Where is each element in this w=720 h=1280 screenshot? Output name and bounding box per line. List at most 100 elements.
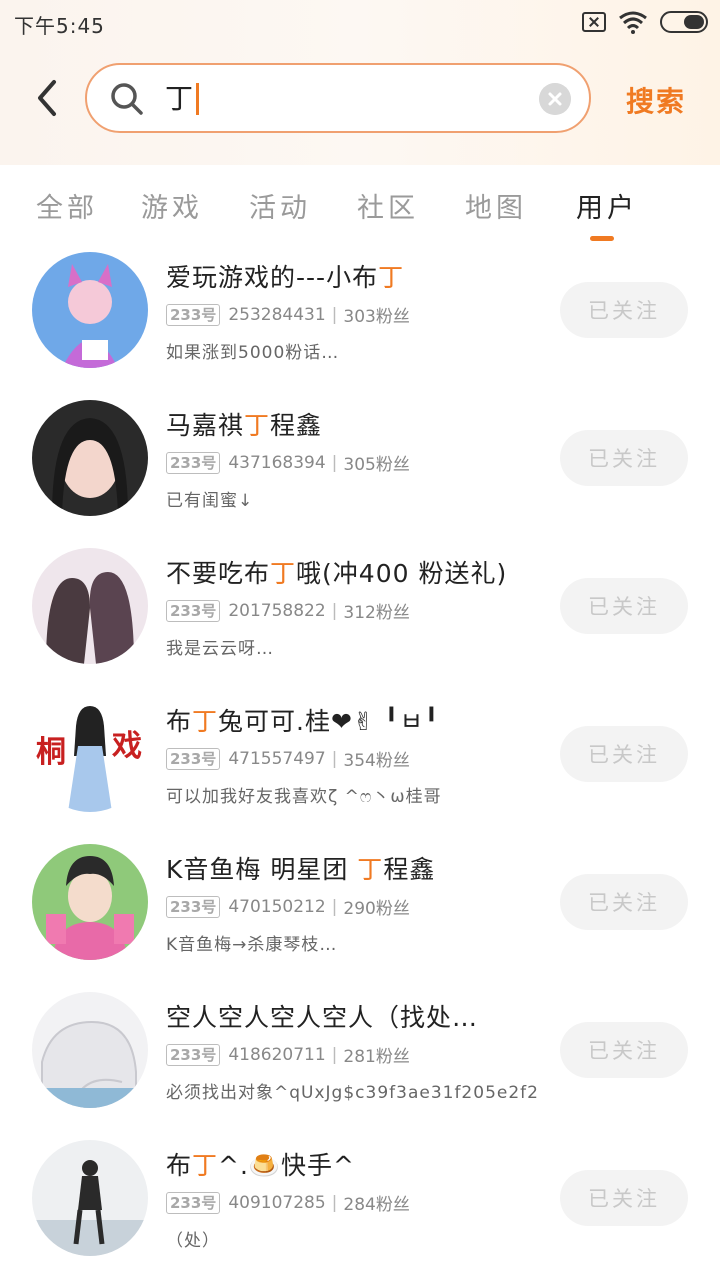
fan-count: 303粉丝 (343, 307, 410, 327)
search-input[interactable]: 丁 (165, 79, 495, 119)
separator: | (331, 748, 338, 769)
battery-icon (660, 11, 708, 33)
id-badge: 233号 (166, 747, 221, 770)
avatar-image (32, 400, 148, 516)
avatar[interactable] (32, 252, 148, 368)
user-bio: （处） (166, 1231, 220, 1251)
list-item[interactable]: 空人空人空人空人（找处… 233号 418620711 | 281粉丝 必须找出… (0, 992, 720, 1140)
fan-count: 281粉丝 (343, 1047, 410, 1067)
separator: | (331, 896, 338, 917)
user-name: 马嘉祺丁程鑫 (166, 411, 323, 440)
separator: | (331, 600, 338, 621)
user-name: 爱玩游戏的---小布丁 (166, 263, 405, 292)
follow-button[interactable]: 已关注 (560, 282, 688, 338)
user-bio: 我是云云呀… (166, 639, 274, 659)
fan-count: 312粉丝 (343, 603, 410, 623)
tab-maps[interactable]: 地图 (465, 186, 527, 225)
fan-count: 284粉丝 (343, 1195, 410, 1215)
user-name: 不要吃布丁哦(冲400 粉送礼) (166, 559, 508, 588)
id-badge: 233号 (166, 1191, 221, 1214)
separator: | (331, 1192, 338, 1213)
tab-community[interactable]: 社区 (357, 186, 419, 225)
fan-count: 305粉丝 (343, 455, 410, 475)
tab-bar: 全部 游戏 活动 社区 地图 用户 (0, 180, 720, 250)
user-meta: 233号 437168394 | 305粉丝 (166, 450, 410, 475)
search-button[interactable]: 搜索 (626, 80, 686, 120)
list-item[interactable]: 不要吃布丁哦(冲400 粉送礼) 233号 201758822 | 312粉丝 … (0, 548, 720, 696)
user-id: 437168394 (228, 452, 326, 473)
follow-button[interactable]: 已关注 (560, 1170, 688, 1226)
user-bio: 已有闺蜜↓ (166, 491, 254, 511)
id-badge: 233号 (166, 599, 221, 622)
avatar-image (32, 548, 148, 664)
avatar-image: 桐 戏 (32, 696, 148, 812)
user-id: 201758822 (228, 600, 326, 621)
avatar-image (32, 1140, 148, 1256)
svg-text:桐: 桐 (36, 735, 66, 770)
avatar-image (32, 992, 148, 1108)
avatar[interactable] (32, 844, 148, 960)
user-name: 空人空人空人空人（找处… (166, 1003, 479, 1032)
text-cursor (196, 83, 200, 115)
user-id: 253284431 (228, 304, 326, 325)
list-item[interactable]: 爱玩游戏的---小布丁 233号 253284431 | 303粉丝 如果涨到5… (0, 252, 720, 400)
clear-icon[interactable] (539, 83, 571, 115)
svg-text:戏: 戏 (111, 729, 142, 764)
status-time: 下午5:45 (14, 14, 105, 38)
fan-count: 290粉丝 (343, 899, 410, 919)
user-bio: 如果涨到5000粉话… (166, 343, 340, 363)
avatar[interactable] (32, 548, 148, 664)
follow-button[interactable]: 已关注 (560, 430, 688, 486)
user-bio: K音鱼梅→杀康琴枝… (166, 935, 338, 955)
status-icons (582, 10, 708, 34)
separator: | (331, 452, 338, 473)
back-arrow-icon[interactable] (30, 78, 66, 118)
user-meta: 233号 418620711 | 281粉丝 (166, 1042, 410, 1067)
avatar[interactable] (32, 992, 148, 1108)
id-badge: 233号 (166, 895, 221, 918)
tab-events[interactable]: 活动 (249, 186, 311, 225)
follow-button[interactable]: 已关注 (560, 874, 688, 930)
user-name: 布丁兔可可.桂❤✌ ╹ㅂ╹ (166, 707, 440, 736)
user-meta: 233号 470150212 | 290粉丝 (166, 894, 410, 919)
wifi-icon (619, 11, 647, 34)
follow-button[interactable]: 已关注 (560, 726, 688, 782)
user-id: 409107285 (228, 1192, 326, 1213)
list-item[interactable]: 布丁^.🍮快手^ 233号 409107285 | 284粉丝 （处） 已关注 (0, 1140, 720, 1280)
user-bio: 可以加我好友我喜欢ζ ^ෆ丶ω桂哥 (166, 787, 442, 807)
user-name: K音鱼梅 明星团 丁程鑫 (166, 855, 436, 884)
user-id: 471557497 (228, 748, 326, 769)
tab-users[interactable]: 用户 (576, 186, 638, 225)
follow-button[interactable]: 已关注 (560, 578, 688, 634)
avatar[interactable]: 桐 戏 (32, 696, 148, 812)
id-badge: 233号 (166, 1043, 221, 1066)
fan-count: 354粉丝 (343, 751, 410, 771)
avatar[interactable] (32, 1140, 148, 1256)
avatar[interactable] (32, 400, 148, 516)
no-sim-icon (582, 12, 606, 32)
user-id: 418620711 (228, 1044, 326, 1065)
follow-button[interactable]: 已关注 (560, 1022, 688, 1078)
user-id: 470150212 (228, 896, 326, 917)
list-item[interactable]: K音鱼梅 明星团 丁程鑫 233号 470150212 | 290粉丝 K音鱼梅… (0, 844, 720, 992)
user-meta: 233号 409107285 | 284粉丝 (166, 1190, 410, 1215)
list-item[interactable]: 马嘉祺丁程鑫 233号 437168394 | 305粉丝 已有闺蜜↓ 已关注 (0, 400, 720, 548)
separator: | (331, 304, 338, 325)
tab-all[interactable]: 全部 (36, 186, 98, 225)
id-badge: 233号 (166, 451, 221, 474)
separator: | (331, 1044, 338, 1065)
id-badge: 233号 (166, 303, 221, 326)
search-icon (111, 83, 143, 115)
tab-games[interactable]: 游戏 (141, 186, 203, 225)
avatar-image (32, 844, 148, 960)
search-box[interactable]: 丁 (85, 63, 591, 133)
user-meta: 233号 253284431 | 303粉丝 (166, 302, 410, 327)
search-query-text: 丁 (165, 82, 194, 115)
active-tab-indicator (590, 236, 614, 241)
list-item[interactable]: 桐 戏 布丁兔可可.桂❤✌ ╹ㅂ╹ 233号 471557497 | 354粉丝… (0, 696, 720, 844)
user-meta: 233号 201758822 | 312粉丝 (166, 598, 410, 623)
user-meta: 233号 471557497 | 354粉丝 (166, 746, 410, 771)
avatar-image (32, 252, 148, 368)
status-bar: 下午5:45 (0, 0, 720, 48)
user-bio: 必须找出对象^qUxJg$c39f3ae31f205e2f2 (166, 1083, 539, 1103)
